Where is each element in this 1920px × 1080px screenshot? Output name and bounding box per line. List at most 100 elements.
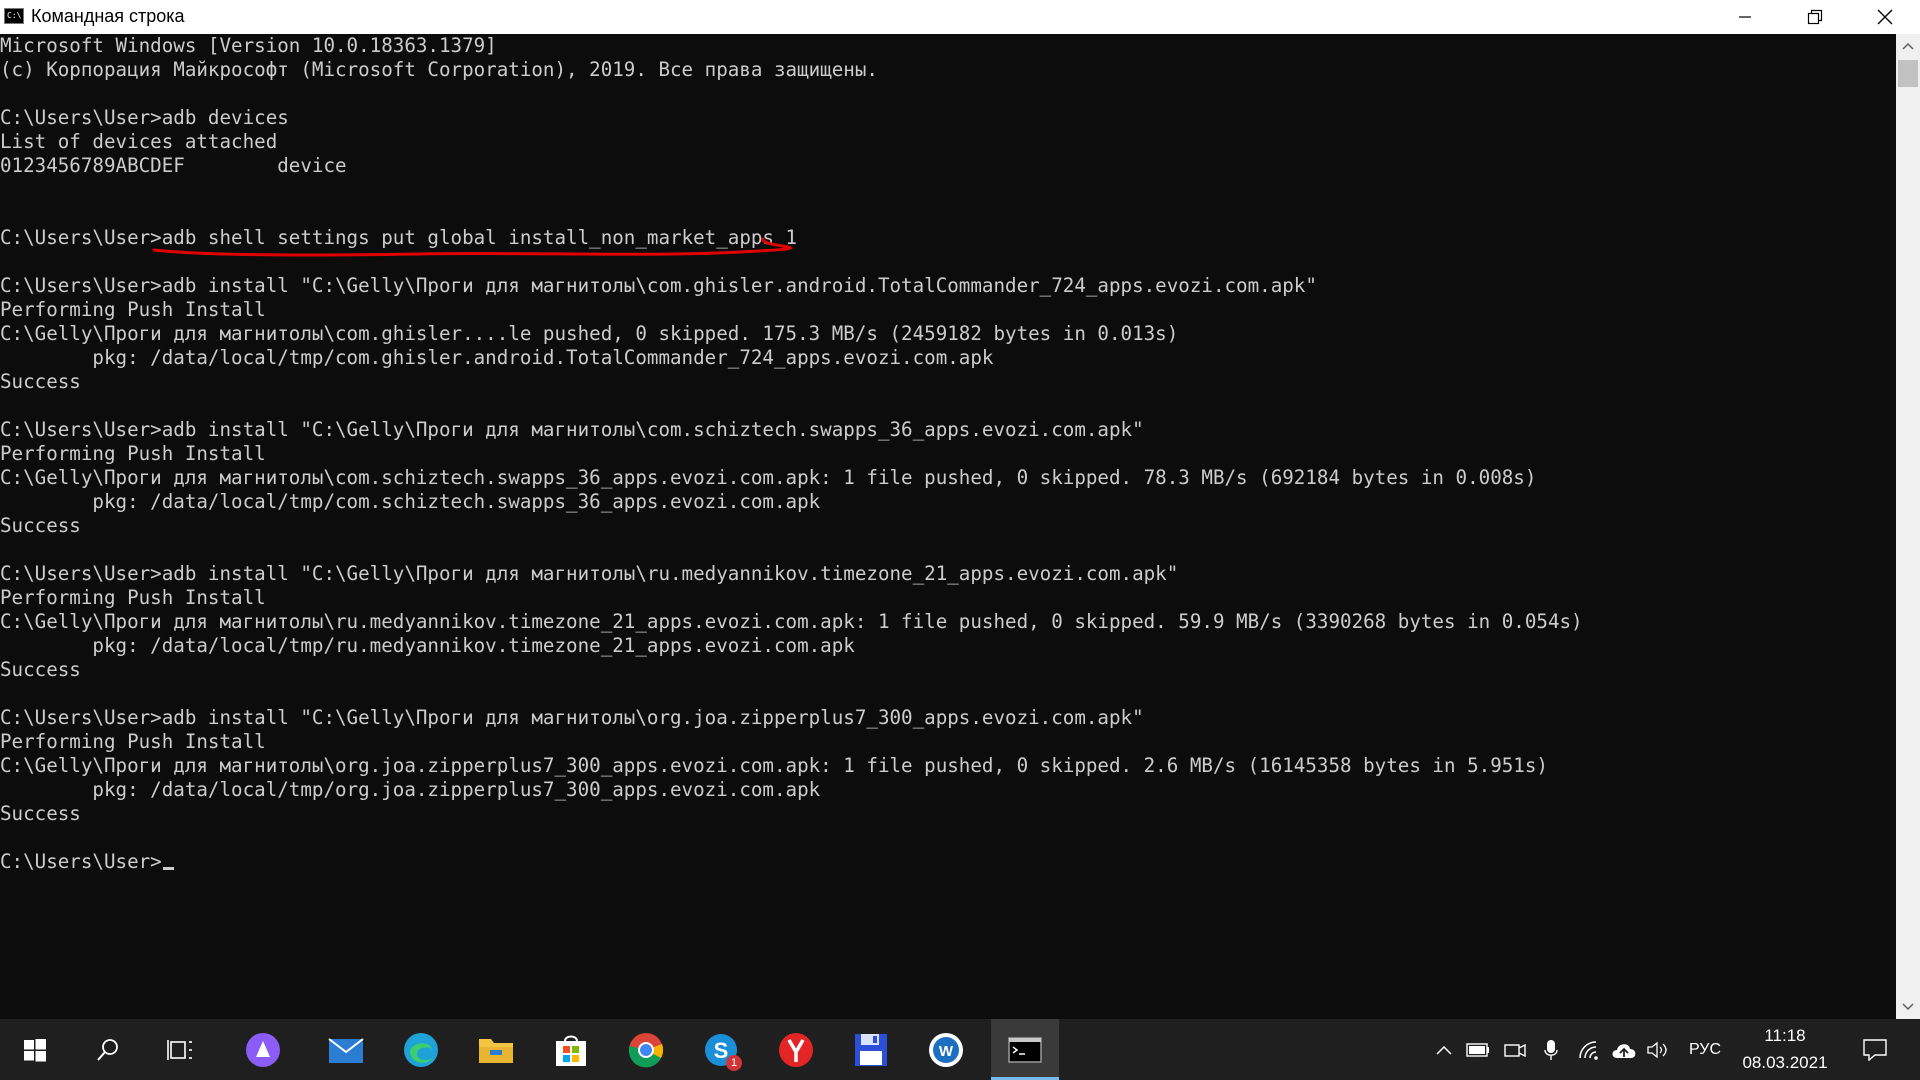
console-line: Performing Push Install (0, 442, 266, 465)
search-icon (97, 1038, 118, 1061)
word-icon: W (929, 1032, 963, 1067)
console-output[interactable]: Microsoft Windows [Version 10.0.18363.13… (0, 34, 1893, 1019)
console-line: Success (0, 658, 81, 681)
task-view-button[interactable] (150, 1019, 210, 1080)
console-line: C:\Gelly\Проги для магнитолы\ru.medyanni… (0, 610, 1583, 633)
action-center-button[interactable] (1855, 1019, 1895, 1080)
skype-notification-badge: 1 (726, 1055, 742, 1071)
console-line: Success (0, 370, 81, 393)
notifications-icon (1863, 1038, 1887, 1061)
word-app[interactable]: W (916, 1019, 976, 1080)
console-line: C:\Gelly\Проги для магнитолы\com.ghisler… (0, 322, 1179, 345)
window-title: Командная строка (31, 6, 185, 26)
camera-icon (1504, 1043, 1526, 1057)
taskbar: S 1 W РУС 11:18 08.03.2021 (0, 1019, 1920, 1080)
scroll-thumb[interactable] (1898, 60, 1918, 87)
console-line: C:\Users\User>adb shell settings put glo… (0, 226, 798, 249)
clock[interactable]: 11:18 08.03.2021 (1735, 1019, 1835, 1080)
skype-app[interactable]: S 1 (691, 1019, 751, 1080)
console-line: Performing Push Install (0, 586, 266, 609)
minimize-icon (1739, 16, 1751, 18)
chevron-up-icon (1436, 1045, 1452, 1055)
vertical-scrollbar[interactable] (1896, 34, 1920, 1019)
mail-icon (328, 1037, 364, 1063)
console-line: Success (0, 802, 81, 825)
volume-icon (1647, 1041, 1667, 1058)
console-line: C:\Users\User>adb install "C:\Gelly\Прог… (0, 274, 1317, 297)
restore-icon (1807, 9, 1823, 25)
console-line: Performing Push Install (0, 298, 266, 321)
start-button[interactable] (5, 1019, 65, 1080)
svg-text:W: W (939, 1043, 954, 1060)
console-line: C:\Users\User> (0, 850, 1893, 874)
yandex-browser[interactable] (766, 1019, 826, 1080)
alice-assistant[interactable] (233, 1019, 293, 1080)
network-indicator[interactable] (1574, 1019, 1604, 1080)
terminal-icon (1008, 1036, 1042, 1063)
folder-icon (479, 1038, 513, 1063)
edge-icon (404, 1032, 438, 1067)
console-line: Performing Push Install (0, 730, 266, 753)
console-line: pkg: /data/local/tmp/com.ghisler.android… (0, 346, 994, 369)
console-text: Microsoft Windows [Version 10.0.18363.13… (0, 34, 1893, 874)
console-line: C:\Gelly\Проги для магнитолы\org.joa.zip… (0, 754, 1548, 777)
console-line: pkg: /data/local/tmp/com.schiztech.swapp… (0, 490, 821, 513)
yandex-icon (779, 1032, 813, 1067)
clock-time: 11:18 (1764, 1026, 1806, 1045)
cloud-upload-icon (1612, 1043, 1636, 1058)
scroll-up-arrow[interactable] (1896, 34, 1920, 58)
command-prompt[interactable] (991, 1019, 1059, 1080)
chevron-up-icon (1902, 42, 1914, 50)
cmd-app-icon: C:\ (4, 8, 24, 24)
console-line: List of devices attached (0, 130, 278, 153)
alice-icon (246, 1032, 280, 1067)
wifi-icon (1579, 1040, 1598, 1060)
console-line: Success (0, 514, 81, 537)
file-explorer[interactable] (466, 1019, 526, 1080)
close-icon (1877, 9, 1893, 25)
show-hidden-icons-button[interactable] (1429, 1019, 1459, 1080)
task-view-icon (167, 1039, 192, 1060)
minimize-button[interactable] (1710, 0, 1780, 34)
windows-logo-icon (24, 1038, 46, 1061)
edge-browser[interactable] (391, 1019, 451, 1080)
cloud-sync-indicator[interactable] (1609, 1019, 1639, 1080)
window-title-bar[interactable]: C:\ Командная строка (0, 0, 1920, 34)
console-line: pkg: /data/local/tmp/org.joa.zipperplus7… (0, 778, 821, 801)
console-line: C:\Users\User>adb install "C:\Gelly\Прог… (0, 706, 1144, 729)
microphone-indicator[interactable] (1536, 1019, 1566, 1080)
console-line: C:\Gelly\Проги для магнитолы\com.schizte… (0, 466, 1537, 489)
scroll-down-arrow[interactable] (1896, 995, 1920, 1019)
close-button[interactable] (1850, 0, 1920, 34)
console-line: C:\Users\User>adb devices (0, 106, 289, 129)
microphone-icon (1544, 1039, 1558, 1060)
chrome-icon (628, 1032, 664, 1067)
battery-indicator[interactable] (1463, 1019, 1493, 1080)
battery-icon (1466, 1042, 1489, 1057)
search-button[interactable] (78, 1019, 138, 1080)
restore-button[interactable] (1780, 0, 1850, 34)
chevron-down-icon (1902, 1003, 1914, 1011)
console-line: C:\Users\User>adb install "C:\Gelly\Прог… (0, 418, 1144, 441)
console-line: (c) Корпорация Майкрософт (Microsoft Cor… (0, 58, 878, 81)
console-line: C:\Users\User>adb install "C:\Gelly\Прог… (0, 562, 1179, 585)
microsoft-store[interactable] (541, 1019, 601, 1080)
volume-control[interactable] (1643, 1019, 1673, 1080)
input-language-indicator[interactable]: РУС (1683, 1019, 1727, 1080)
mail-app[interactable] (316, 1019, 376, 1080)
save-app[interactable] (841, 1019, 901, 1080)
text-cursor (162, 867, 174, 870)
camera-indicator[interactable] (1500, 1019, 1530, 1080)
console-line: 0123456789ABCDEF device (0, 154, 347, 177)
floppy-disk-icon (855, 1033, 887, 1066)
chrome-browser[interactable] (616, 1019, 676, 1080)
store-icon (556, 1035, 586, 1066)
